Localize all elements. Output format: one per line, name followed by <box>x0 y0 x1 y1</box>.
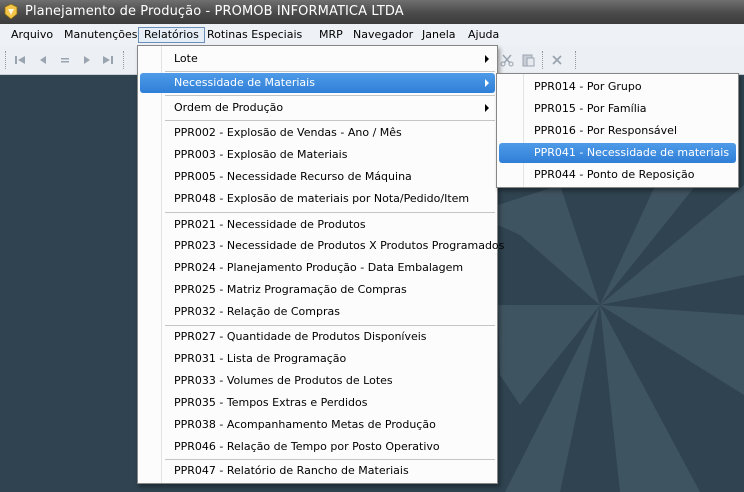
menu-item-ppr035[interactable]: PPR035 - Tempos Extras e Perdidos <box>140 393 495 413</box>
menu-item-label: PPR038 - Acompanhamento Metas de Produçã… <box>174 418 436 431</box>
toolbar-grip <box>5 51 8 69</box>
menu-item-label: PPR016 - Por Responsável <box>534 124 677 137</box>
title-bar: Planejamento de Produção - PROMOB INFORM… <box>0 0 744 24</box>
menu-separator <box>165 71 495 72</box>
previous-record-icon[interactable] <box>36 53 50 67</box>
submenu-item-ppr014[interactable]: PPR014 - Por Grupo <box>499 77 736 97</box>
toolbar-separator-2 <box>542 51 545 69</box>
submenu-item-ppr015[interactable]: PPR015 - Por Família <box>499 99 736 119</box>
menu-relatorios[interactable]: Relatórios <box>138 27 205 43</box>
menu-item-label: PPR015 - Por Família <box>534 102 647 115</box>
submenu-item-ppr041[interactable]: PPR041 - Necessidade de materiais <box>499 143 736 163</box>
menu-item-label: PPR048 - Explosão de materiais por Nota/… <box>174 192 470 205</box>
menu-item-label: PPR047 - Relatório de Rancho de Materiai… <box>174 464 409 477</box>
menu-item-ppr003[interactable]: PPR003 - Explosão de Materiais <box>140 145 495 165</box>
menu-item-label: PPR025 - Matriz Programação de Compras <box>174 283 407 296</box>
menu-navegador[interactable]: Navegador <box>348 27 418 43</box>
menu-item-ordem-de-producao[interactable]: Ordem de Produção <box>140 98 495 118</box>
menu-item-label: PPR035 - Tempos Extras e Perdidos <box>174 396 368 409</box>
cut-icon[interactable] <box>500 53 514 67</box>
submenu-arrow-icon <box>485 104 489 112</box>
relatorios-dropdown: Lote Necessidade de Materiais Ordem de P… <box>137 45 504 484</box>
next-record-icon[interactable] <box>80 53 94 67</box>
menu-separator <box>165 95 495 96</box>
menu-item-label: Lote <box>174 52 198 65</box>
menu-item-ppr047[interactable]: PPR047 - Relatório de Rancho de Materiai… <box>140 461 495 481</box>
menu-mrp[interactable]: MRP <box>314 27 348 43</box>
menu-manutencoes[interactable]: Manutenções <box>59 27 143 43</box>
menu-item-label: PPR005 - Necessidade Recurso de Máquina <box>174 170 412 183</box>
menu-item-label: PPR031 - Lista de Programação <box>174 352 347 365</box>
menu-item-label: PPR044 - Ponto de Reposição <box>534 168 695 181</box>
menu-item-ppr038[interactable]: PPR038 - Acompanhamento Metas de Produçã… <box>140 415 495 435</box>
menu-item-ppr023[interactable]: PPR023 - Necessidade de Produtos X Produ… <box>140 236 504 256</box>
menu-separator <box>165 212 495 213</box>
menu-item-label: PPR027 - Quantidade de Produtos Disponív… <box>174 330 427 343</box>
menu-item-label: PPR046 - Relação de Tempo por Posto Oper… <box>174 440 440 453</box>
menu-item-label: PPR002 - Explosão de Vendas - Ano / Mês <box>174 126 402 139</box>
menu-bar: Arquivo Manutenções Relatórios Rotinas E… <box>0 24 744 66</box>
menu-item-label: Necessidade de Materiais <box>174 76 315 89</box>
menu-item-label: PPR033 - Volumes de Produtos de Lotes <box>174 374 393 387</box>
menu-item-label: PPR032 - Relação de Compras <box>174 305 340 318</box>
refresh-record-icon[interactable] <box>58 53 72 67</box>
menu-item-ppr027[interactable]: PPR027 - Quantidade de Produtos Disponív… <box>140 327 495 347</box>
menu-separator <box>165 325 495 326</box>
menu-separator <box>165 120 495 121</box>
menu-item-label: PPR021 - Necessidade de Produtos <box>174 218 366 231</box>
menu-rotinas-especiais[interactable]: Rotinas Especiais <box>202 27 307 43</box>
menu-item-label: PPR003 - Explosão de Materiais <box>174 148 348 161</box>
submenu-arrow-icon <box>485 55 489 63</box>
menu-item-ppr048[interactable]: PPR048 - Explosão de materiais por Nota/… <box>140 189 495 209</box>
menu-item-ppr005[interactable]: PPR005 - Necessidade Recurso de Máquina <box>140 167 495 187</box>
last-record-icon[interactable] <box>101 53 115 67</box>
menu-item-lote[interactable]: Lote <box>140 49 495 69</box>
menu-item-label: Ordem de Produção <box>174 101 284 114</box>
menu-item-ppr024[interactable]: PPR024 - Planejamento Produção - Data Em… <box>140 258 495 278</box>
submenu-item-ppr044[interactable]: PPR044 - Ponto de Reposição <box>499 165 736 185</box>
menu-item-label: PPR014 - Por Grupo <box>534 80 642 93</box>
toolbar-separator-3 <box>575 51 578 69</box>
menu-item-ppr032[interactable]: PPR032 - Relação de Compras <box>140 302 495 322</box>
menu-item-ppr025[interactable]: PPR025 - Matriz Programação de Compras <box>140 280 495 300</box>
menu-item-label: PPR023 - Necessidade de Produtos X Produ… <box>174 239 505 252</box>
menu-item-label: PPR024 - Planejamento Produção - Data Em… <box>174 261 464 274</box>
app-logo-icon <box>4 4 18 19</box>
menu-ajuda[interactable]: Ajuda <box>463 27 504 43</box>
paste-icon[interactable] <box>521 53 535 67</box>
menu-item-label: PPR041 - Necessidade de materiais <box>534 146 730 159</box>
necessidade-de-materiais-submenu: PPR014 - Por Grupo PPR015 - Por Família … <box>496 73 739 188</box>
menu-item-ppr021[interactable]: PPR021 - Necessidade de Produtos <box>140 215 495 235</box>
menu-janela[interactable]: Janela <box>417 27 461 43</box>
menu-item-necessidade-de-materiais[interactable]: Necessidade de Materiais <box>140 73 495 93</box>
submenu-item-ppr016[interactable]: PPR016 - Por Responsável <box>499 121 736 141</box>
menu-item-ppr033[interactable]: PPR033 - Volumes de Produtos de Lotes <box>140 371 495 391</box>
menu-separator <box>165 459 495 460</box>
menu-arquivo[interactable]: Arquivo <box>6 27 58 43</box>
toolbar-separator <box>123 51 126 69</box>
first-record-icon[interactable] <box>13 53 27 67</box>
menu-item-ppr002[interactable]: PPR002 - Explosão de Vendas - Ano / Mês <box>140 123 495 143</box>
window-title: Planejamento de Produção - PROMOB INFORM… <box>25 4 404 19</box>
submenu-arrow-icon <box>485 79 489 87</box>
menu-item-ppr031[interactable]: PPR031 - Lista de Programação <box>140 349 495 369</box>
delete-icon[interactable] <box>550 53 564 67</box>
menu-item-ppr046[interactable]: PPR046 - Relação de Tempo por Posto Oper… <box>140 437 495 457</box>
